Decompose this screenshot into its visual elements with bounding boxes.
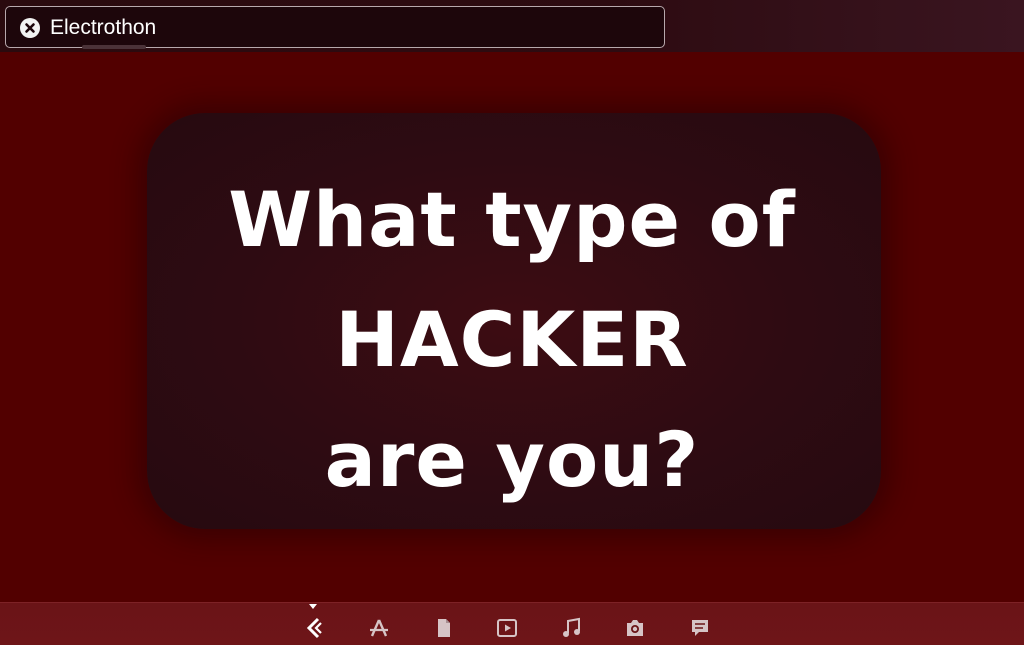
search-input[interactable]: Electrothon (5, 6, 665, 49)
text-cursor-underline (82, 45, 146, 49)
app-store-icon[interactable] (368, 617, 390, 639)
music-note-icon[interactable] (560, 617, 582, 639)
search-value[interactable]: Electrothon (50, 16, 156, 40)
chat-icon[interactable] (689, 617, 711, 639)
card-title: What type of HACKER are you? (0, 160, 1024, 520)
camera-icon[interactable] (624, 617, 646, 639)
dock (0, 602, 1024, 645)
app-drawer-icon[interactable] (303, 617, 325, 639)
card-title-line: HACKER (335, 295, 689, 384)
close-icon[interactable] (20, 18, 40, 38)
card-title-line: What type of (228, 175, 796, 264)
video-player-icon[interactable] (496, 617, 518, 639)
document-icon[interactable] (433, 617, 455, 639)
active-indicator (309, 604, 317, 609)
top-bar: Electrothon (0, 0, 1024, 52)
card-title-line: are you? (324, 415, 700, 504)
